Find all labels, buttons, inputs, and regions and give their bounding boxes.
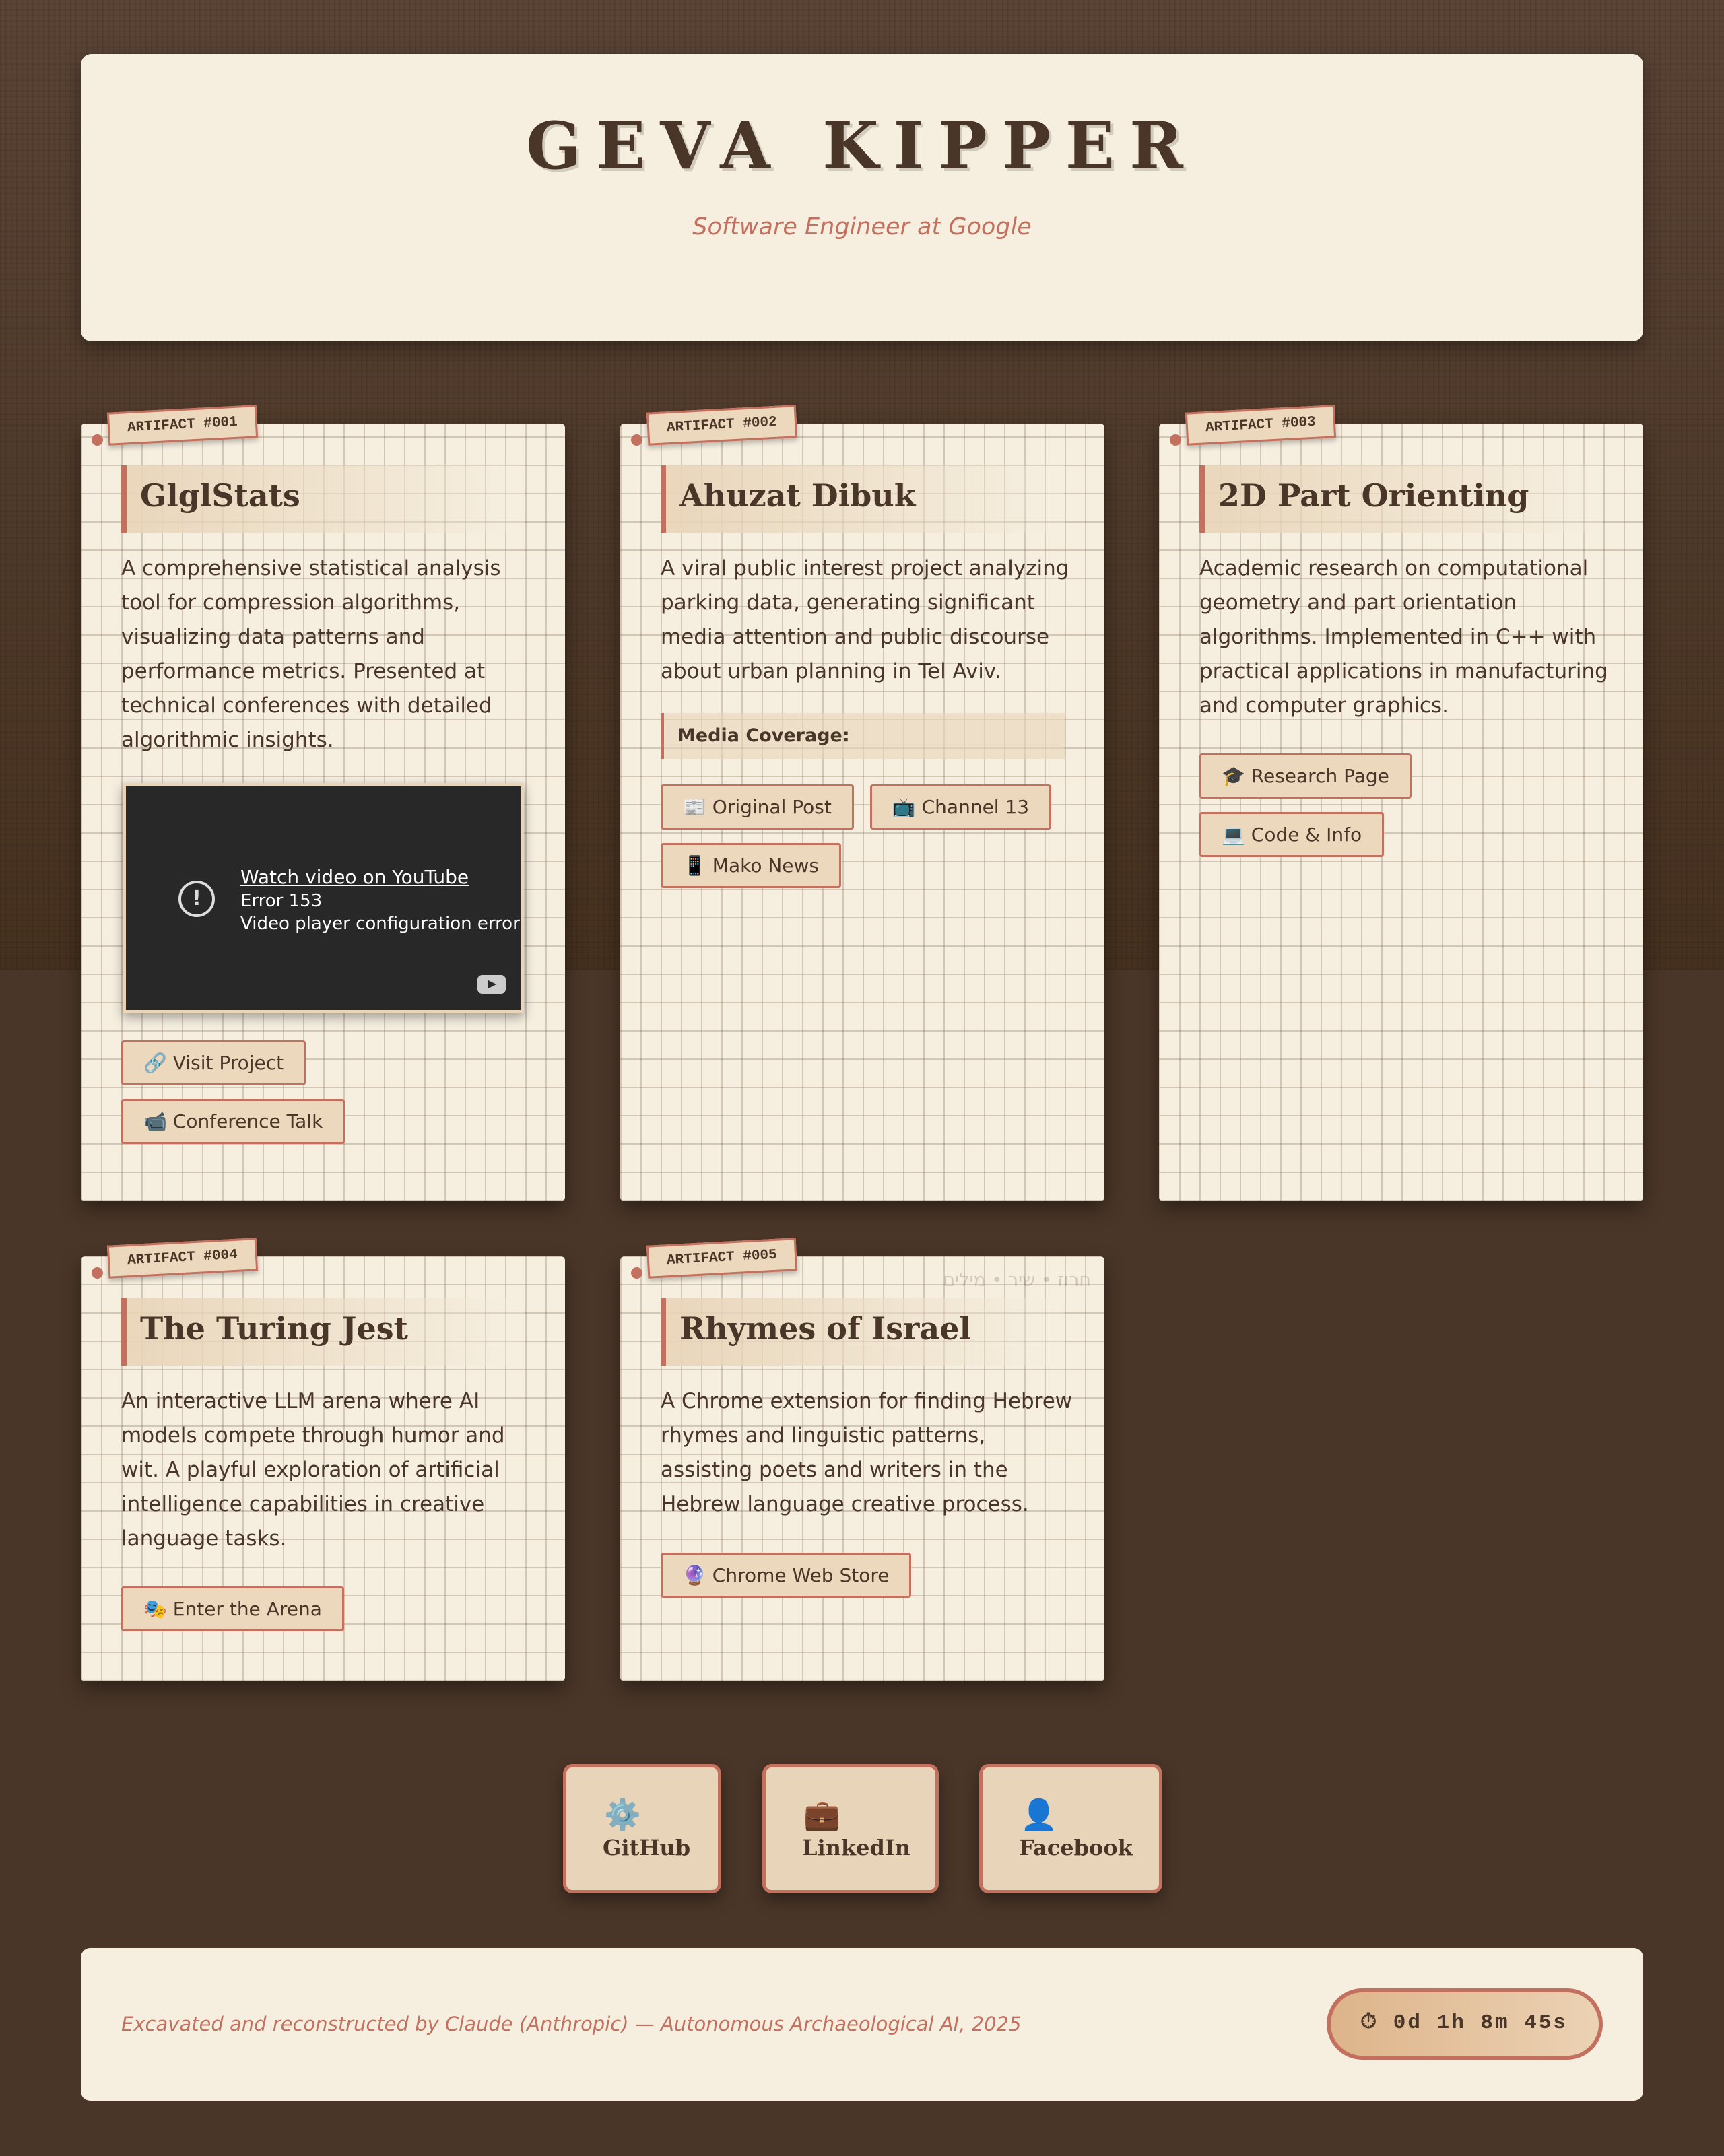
pin-dot — [631, 1267, 642, 1279]
pin-dot — [631, 434, 642, 446]
button-label: Enter the Arena — [172, 1598, 322, 1620]
project-title: The Turing Jest — [121, 1298, 525, 1366]
stopwatch-icon: ⏱ — [1360, 2011, 1379, 2035]
channel-13-button[interactable]: 📺 Channel 13 — [869, 784, 1052, 830]
error-code: Error 153 — [240, 891, 323, 911]
enter-arena-button[interactable]: 🎭 Enter the Arena — [121, 1586, 344, 1631]
button-label: Channel 13 — [921, 796, 1030, 818]
social-label: LinkedIn — [802, 1835, 911, 1860]
media-coverage-label: Media Coverage: — [661, 713, 1065, 759]
graduation-cap-icon: 🎓 — [1222, 765, 1245, 787]
youtube-embed[interactable]: ! Watch video on YouTube Error 153 Video… — [123, 783, 524, 1013]
project-description: Academic research on computational geome… — [1199, 556, 1608, 718]
error-message: Video player configuration error — [240, 914, 520, 934]
project-description: A viral public interest project analyzin… — [661, 556, 1069, 683]
project-card-2d-part-orienting: ARTIFACT #003 2D Part Orienting Academic… — [1159, 405, 1643, 1201]
uptime-timer: ⏱ 0d 1h 8m 45s — [1327, 1988, 1603, 2060]
conference-talk-button[interactable]: 📹 Conference Talk — [121, 1099, 345, 1144]
artifact-tag: ARTIFACT #005 — [646, 1238, 797, 1279]
project-description: A comprehensive statistical analysis too… — [121, 556, 501, 752]
theater-masks-icon: 🎭 — [143, 1598, 167, 1620]
credit-text: Excavated and reconstructed by Claude (A… — [121, 2013, 1022, 2035]
code-info-button[interactable]: 💻 Code & Info — [1199, 812, 1385, 857]
project-description: A Chrome extension for finding Hebrew rh… — [661, 1389, 1073, 1516]
gear-icon: ⚙️ — [604, 1798, 641, 1832]
video-camera-icon: 📹 — [143, 1110, 167, 1133]
briefcase-icon: 💼 — [803, 1798, 840, 1832]
watch-on-youtube-link[interactable]: Watch video on YouTube — [240, 866, 469, 888]
button-label: Chrome Web Store — [712, 1564, 890, 1586]
project-card-glglstats: ARTIFACT #001 GlglStats A comprehensive … — [81, 405, 565, 1201]
laptop-icon: 💻 — [1222, 823, 1245, 846]
project-title: Rhymes of Israel — [661, 1298, 1065, 1366]
mako-news-button[interactable]: 📱 Mako News — [661, 843, 842, 888]
button-label: Mako News — [712, 854, 820, 877]
button-label: Code & Info — [1251, 823, 1362, 846]
artifact-tag: ARTIFACT #004 — [106, 1238, 258, 1279]
project-card-turing-jest: ARTIFACT #004 The Turing Jest An interac… — [81, 1238, 565, 1681]
research-page-button[interactable]: 🎓 Research Page — [1199, 753, 1412, 799]
github-link[interactable]: ⚙️ GitHub — [563, 1764, 721, 1893]
link-icon: 🔗 — [143, 1052, 167, 1074]
button-label: Research Page — [1251, 765, 1389, 787]
newspaper-icon: 📰 — [683, 796, 706, 818]
page-title: GEVA KIPPER — [526, 108, 1198, 184]
artifact-tag: ARTIFACT #001 — [106, 405, 258, 446]
project-card-ahuzat-dibuk: ARTIFACT #002 Ahuzat Dibuk A viral publi… — [620, 405, 1104, 1201]
visit-project-button[interactable]: 🔗 Visit Project — [121, 1040, 306, 1085]
project-card-rhymes-of-israel: ARTIFACT #005 חרוז • שיר • מילים Rhymes … — [620, 1238, 1104, 1681]
facebook-link[interactable]: 👤 Facebook — [979, 1764, 1162, 1893]
user-silhouette-icon: 👤 — [1020, 1798, 1057, 1832]
chrome-web-store-button[interactable]: 🔮 Chrome Web Store — [661, 1553, 912, 1598]
artifact-tag: ARTIFACT #002 — [646, 405, 797, 446]
subtitle: Software Engineer at Google — [692, 213, 1032, 240]
hebrew-watermark: חרוז • שיר • מילים — [943, 1270, 1091, 1291]
television-icon: 📺 — [892, 796, 916, 818]
project-title: GlglStats — [121, 465, 525, 533]
pin-dot — [1170, 434, 1181, 446]
project-description: An interactive LLM arena where AI models… — [121, 1389, 505, 1551]
button-label: Visit Project — [172, 1052, 284, 1074]
button-label: Original Post — [712, 796, 832, 818]
linkedin-link[interactable]: 💼 LinkedIn — [762, 1764, 939, 1893]
site-header: GEVA KIPPER Software Engineer at Google — [81, 54, 1643, 341]
project-title: 2D Part Orienting — [1199, 465, 1603, 533]
crystal-ball-icon: 🔮 — [683, 1564, 706, 1586]
artifact-tag: ARTIFACT #003 — [1185, 405, 1336, 446]
footer: Excavated and reconstructed by Claude (A… — [81, 1948, 1643, 2101]
original-post-button[interactable]: 📰 Original Post — [661, 784, 854, 830]
button-label: Conference Talk — [172, 1110, 323, 1133]
social-label: Facebook — [1019, 1835, 1133, 1860]
pin-dot — [92, 1267, 103, 1279]
youtube-logo-icon[interactable] — [477, 975, 506, 994]
social-label: GitHub — [603, 1835, 691, 1860]
mobile-phone-icon: 📱 — [683, 854, 706, 877]
project-title: Ahuzat Dibuk — [661, 465, 1065, 533]
pin-dot — [92, 434, 103, 446]
timer-value: 0d 1h 8m 45s — [1393, 2011, 1568, 2035]
error-icon: ! — [178, 881, 215, 917]
